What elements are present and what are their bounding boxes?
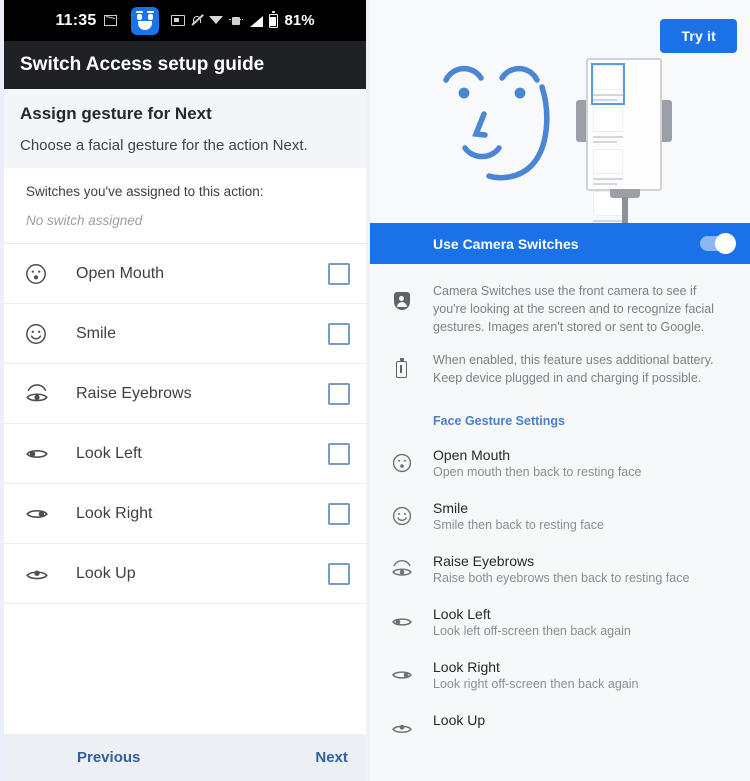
gesture-setting-look-left[interactable]: Look Left Look left off-screen then back… [370, 597, 750, 650]
wifi-icon [208, 15, 223, 26]
gesture-row-look-left[interactable]: Look Left [4, 424, 366, 484]
phone-on-stand-illustration [566, 50, 686, 223]
gesture-setting-smile[interactable]: Smile Smile then back to resting face [370, 491, 750, 544]
battery-percent-label: 81% [284, 12, 315, 29]
info-block: Camera Switches use the front camera to … [370, 264, 750, 410]
phone-grid-cell [593, 149, 623, 187]
status-bar-left: 11:35 [16, 12, 127, 30]
next-button[interactable]: Next [315, 749, 348, 766]
message-icon [103, 15, 117, 26]
use-camera-switches-row[interactable]: Use Camera Switches [370, 223, 750, 264]
gesture-row-smile[interactable]: Smile [4, 304, 366, 364]
gesture-setting-desc: Raise both eyebrows then back to resting… [433, 570, 690, 585]
gesture-setting-raise-eyebrows[interactable]: Raise Eyebrows Raise both eyebrows then … [370, 544, 750, 597]
gesture-checkbox[interactable] [328, 502, 350, 525]
gesture-label: Raise Eyebrows [76, 384, 192, 402]
gesture-setting-title: Smile [433, 499, 469, 516]
status-bar-clock: 11:35 [55, 11, 97, 29]
info-privacy-text: Camera Switches use the front camera to … [433, 284, 715, 334]
look-up-icon [24, 562, 62, 586]
gesture-checkbox[interactable] [328, 442, 350, 465]
status-bar-center [127, 6, 163, 35]
smile-icon [24, 322, 62, 346]
toggle-knob [715, 233, 736, 254]
phone-screen [586, 58, 662, 222]
raise-eyebrows-icon [370, 553, 433, 580]
status-bar-right: 81% [163, 11, 355, 29]
assigned-switches-block: Switches you've assigned to this action:… [4, 168, 366, 244]
gesture-setting-title: Look Left [433, 605, 491, 622]
left-phone-panel: 11:35 81% Switch Access setup guide Assi… [0, 0, 366, 781]
cast-icon [170, 15, 185, 26]
gesture-label: Open Mouth [76, 264, 165, 282]
phone-grid-cell [593, 107, 623, 145]
gesture-setting-open-mouth[interactable]: Open Mouth Open mouth then back to resti… [370, 438, 750, 491]
app-bar: Switch Access setup guide [4, 41, 366, 89]
status-bar: 11:35 81% [4, 0, 366, 41]
info-battery-text: When enabled, this feature uses addition… [433, 353, 714, 385]
look-up-icon [370, 712, 433, 739]
vibrate-icon [228, 15, 243, 27]
privacy-shield-icon [370, 283, 433, 310]
gesture-setting-desc: Smile then back to resting face [433, 517, 604, 532]
gesture-setting-desc: Open mouth then back to resting face [433, 464, 642, 479]
signal-icon [249, 15, 263, 27]
phone-grid-cell-selected [591, 63, 625, 105]
page-title: Switch Access setup guide [20, 54, 265, 75]
look-right-icon [370, 659, 433, 686]
phone-stand-pole [622, 197, 628, 223]
wizard-footer-nav: Previous Next [4, 734, 366, 781]
use-camera-switches-toggle[interactable] [700, 233, 736, 254]
try-it-button[interactable]: Try it [660, 19, 737, 53]
intro-subtitle: Choose a facial gesture for the action N… [20, 137, 308, 154]
info-row-battery: When enabled, this feature uses addition… [370, 346, 730, 398]
gesture-checkbox[interactable] [328, 382, 350, 405]
gesture-checkbox[interactable] [328, 262, 350, 285]
intro-title: Assign gesture for Next [20, 104, 212, 123]
gesture-row-raise-eyebrows[interactable]: Raise Eyebrows [4, 364, 366, 424]
gesture-setting-desc: Look right off-screen then back again [433, 676, 639, 691]
gesture-setting-title: Look Up [433, 711, 486, 728]
screenshot-root: 11:35 81% Switch Access setup guide Assi… [0, 0, 750, 781]
gesture-checkbox[interactable] [328, 322, 350, 345]
info-row-privacy: Camera Switches use the front camera to … [370, 277, 730, 346]
gesture-setting-desc: Look left off-screen then back again [433, 623, 631, 638]
right-settings-panel: Try it Use Camera Switches Camera Switch… [370, 0, 750, 781]
gesture-row-open-mouth[interactable]: Open Mouth [4, 244, 366, 304]
use-camera-switches-label: Use Camera Switches [433, 235, 579, 252]
look-left-icon [24, 442, 62, 466]
gesture-checkbox-list: Open Mouth Smile Raise Eyebrows Look Lef… [4, 244, 366, 734]
gesture-label: Smile [76, 324, 117, 342]
gesture-checkbox[interactable] [328, 562, 350, 585]
open-mouth-icon [370, 447, 433, 474]
assigned-switches-value: No switch assigned [26, 213, 143, 228]
gesture-setting-look-up[interactable]: Look Up [370, 703, 750, 751]
gesture-setting-title: Raise Eyebrows [433, 552, 535, 569]
gesture-setting-look-right[interactable]: Look Right Look right off-screen then ba… [370, 650, 750, 703]
gesture-label: Look Right [76, 504, 153, 522]
bell-muted-icon [191, 14, 203, 27]
face-badge-icon [130, 6, 159, 35]
gesture-setting-title: Open Mouth [433, 446, 511, 463]
hero-illustration-area: Try it [370, 0, 750, 223]
face-line-art-icon [432, 52, 572, 192]
raise-eyebrows-icon [24, 382, 62, 406]
face-gesture-settings-header: Face Gesture Settings [433, 413, 565, 428]
look-left-icon [370, 606, 433, 633]
previous-button[interactable]: Previous [77, 749, 140, 766]
look-right-icon [24, 502, 62, 526]
smile-icon [370, 500, 433, 527]
gesture-setting-title: Look Right [433, 658, 500, 675]
assigned-switches-label: Switches you've assigned to this action: [26, 184, 264, 199]
face-gesture-settings-list: Open Mouth Open mouth then back to resti… [370, 437, 750, 781]
battery-icon [268, 11, 278, 28]
battery-icon [370, 352, 433, 379]
open-mouth-icon [24, 262, 62, 286]
intro-block: Assign gesture for Next Choose a facial … [4, 89, 366, 168]
gesture-label: Look Up [76, 564, 136, 582]
gesture-row-look-up[interactable]: Look Up [4, 544, 366, 604]
gesture-row-look-right[interactable]: Look Right [4, 484, 366, 544]
gesture-label: Look Left [76, 444, 142, 462]
